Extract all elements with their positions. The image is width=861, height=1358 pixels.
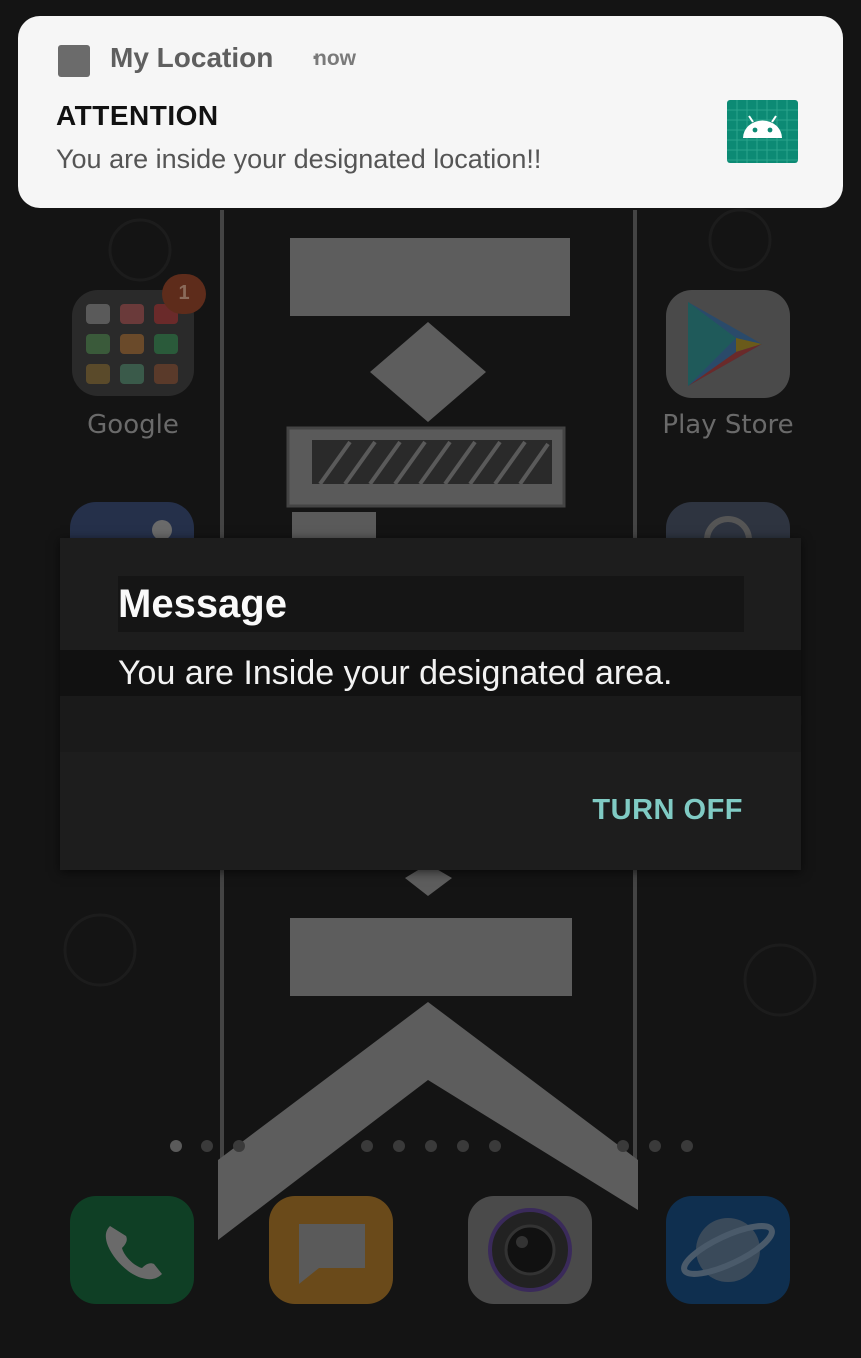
page-dot[interactable] [425, 1140, 437, 1152]
dialog-title: Message [118, 582, 287, 626]
notification-app-name: My Location [110, 42, 274, 73]
page-dot[interactable] [457, 1140, 469, 1152]
contacts-app[interactable] [70, 502, 194, 542]
browser-app[interactable] [666, 1196, 790, 1304]
contacts-icon [152, 520, 172, 540]
notification-title: ATTENTION [56, 100, 219, 131]
notification-card[interactable]: My Location · now ATTENTION You are insi… [18, 16, 843, 208]
messages-icon [299, 1224, 365, 1284]
app-icon [58, 45, 90, 77]
page-dot[interactable] [489, 1140, 501, 1152]
play-store-label: Play Store [662, 410, 794, 440]
folder-badge: 1 [162, 274, 206, 314]
phone-app[interactable] [70, 1196, 194, 1304]
messages-app[interactable] [269, 1196, 393, 1304]
page-dot[interactable] [233, 1140, 245, 1152]
page-dot[interactable] [170, 1140, 182, 1152]
android-icon [727, 100, 798, 163]
page-dot[interactable] [393, 1140, 405, 1152]
dialog-message: You are Inside your designated area. [118, 654, 673, 692]
camera-app[interactable] [468, 1196, 592, 1304]
play-store-app[interactable] [666, 290, 790, 398]
camera-icon [488, 1208, 572, 1292]
page-dot[interactable] [681, 1140, 693, 1152]
browser-icon [681, 1218, 775, 1282]
page-dot[interactable] [361, 1140, 373, 1152]
turn-off-button[interactable]: TURN OFF [592, 794, 743, 827]
page-dot[interactable] [201, 1140, 213, 1152]
notification-time: now [314, 47, 356, 70]
page-dot[interactable] [617, 1140, 629, 1152]
phone-icon [105, 1226, 162, 1280]
settings-app[interactable] [666, 502, 790, 564]
play-store-icon [688, 302, 762, 386]
dialog-spacer [60, 696, 801, 752]
google-folder-label: Google [87, 410, 179, 440]
page-dot[interactable] [649, 1140, 661, 1152]
notification-text: You are inside your designated location!… [56, 144, 542, 174]
message-dialog: Message You are Inside your designated a… [60, 538, 801, 870]
